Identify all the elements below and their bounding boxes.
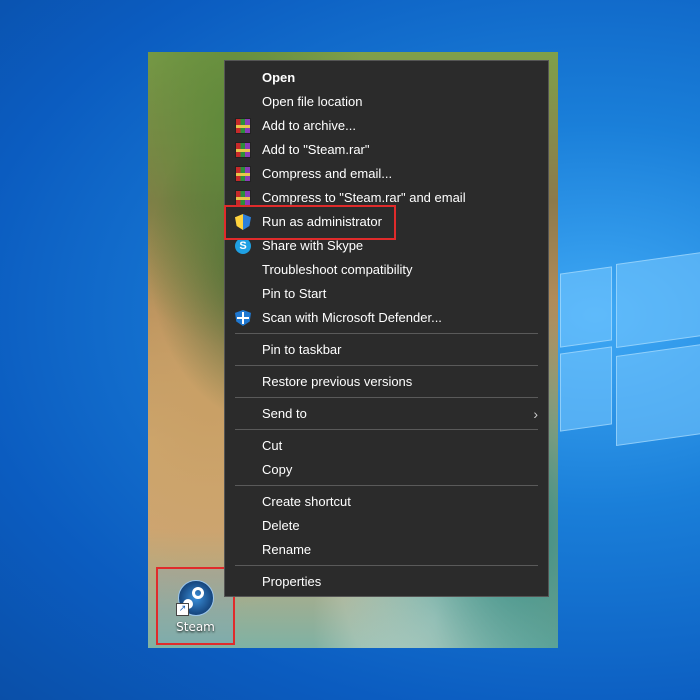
menu-item-properties[interactable]: Properties — [225, 570, 548, 594]
windows-logo — [560, 240, 700, 460]
menu-item-label: Add to "Steam.rar" — [262, 142, 370, 157]
menu-item-label: Scan with Microsoft Defender... — [262, 310, 442, 325]
menu-item-label: Compress to "Steam.rar" and email — [262, 190, 466, 205]
menu-item-label: Delete — [262, 518, 300, 533]
skype-icon: S — [235, 238, 251, 254]
menu-item-label: Troubleshoot compatibility — [262, 262, 413, 277]
menu-item-label: Rename — [262, 542, 312, 557]
menu-item-label: Pin to taskbar — [262, 342, 342, 357]
menu-item-troubleshoot-compatibility[interactable]: Troubleshoot compatibility — [225, 258, 548, 282]
menu-item-copy[interactable]: Copy — [225, 458, 548, 482]
menu-separator — [235, 397, 538, 398]
windows-logo-pane — [616, 251, 700, 349]
winrar-icon — [235, 142, 251, 158]
menu-item-add-to-archive[interactable]: Add to archive... — [225, 114, 548, 138]
windows-logo-pane — [560, 266, 612, 348]
menu-item-label: Cut — [262, 438, 283, 453]
run-as-admin-highlight — [224, 205, 396, 240]
menu-item-rename[interactable]: Rename — [225, 538, 548, 562]
menu-item-label: Share with Skype — [262, 238, 364, 253]
menu-separator — [235, 565, 538, 566]
defender-icon — [235, 310, 251, 326]
menu-item-compress-and-email[interactable]: Compress and email... — [225, 162, 548, 186]
winrar-icon — [235, 190, 251, 206]
menu-item-create-shortcut[interactable]: Create shortcut — [225, 490, 548, 514]
windows-logo-pane — [560, 346, 612, 432]
menu-item-label: Add to archive... — [262, 118, 356, 133]
winrar-icon — [235, 166, 251, 182]
menu-separator — [235, 365, 538, 366]
menu-item-send-to[interactable]: Send to › — [225, 402, 548, 426]
menu-separator — [235, 333, 538, 334]
windows-logo-pane — [616, 343, 700, 447]
chevron-right-icon: › — [533, 406, 538, 422]
menu-item-delete[interactable]: Delete — [225, 514, 548, 538]
context-menu: Open Open file location Add to archive... A… — [224, 60, 549, 597]
menu-item-label: Compress and email... — [262, 166, 393, 181]
menu-item-pin-to-taskbar[interactable]: Pin to taskbar — [225, 338, 548, 362]
menu-item-label: Copy — [262, 462, 293, 477]
menu-item-add-to-steam-rar[interactable]: Add to "Steam.rar" — [225, 138, 548, 162]
menu-item-open[interactable]: Open — [225, 66, 548, 90]
menu-item-scan-with-microsoft-defender[interactable]: Scan with Microsoft Defender... — [225, 306, 548, 330]
desktop-icon-label: Steam — [176, 620, 215, 634]
menu-item-label: Open file location — [262, 94, 363, 109]
menu-separator — [235, 485, 538, 486]
menu-item-label: Send to — [262, 406, 307, 421]
menu-separator — [235, 429, 538, 430]
menu-item-label: Open — [262, 70, 296, 85]
menu-item-restore-previous-versions[interactable]: Restore previous versions — [225, 370, 548, 394]
menu-item-label: Create shortcut — [262, 494, 351, 509]
menu-item-open-file-location[interactable]: Open file location — [225, 90, 548, 114]
menu-item-label: Restore previous versions — [262, 374, 413, 389]
menu-item-pin-to-start[interactable]: Pin to Start — [225, 282, 548, 306]
shortcut-arrow-icon: ↗ — [176, 603, 189, 616]
winrar-icon — [235, 118, 251, 134]
menu-item-label: Pin to Start — [262, 286, 327, 301]
menu-item-label: Properties — [262, 574, 322, 589]
menu-item-cut[interactable]: Cut — [225, 434, 548, 458]
